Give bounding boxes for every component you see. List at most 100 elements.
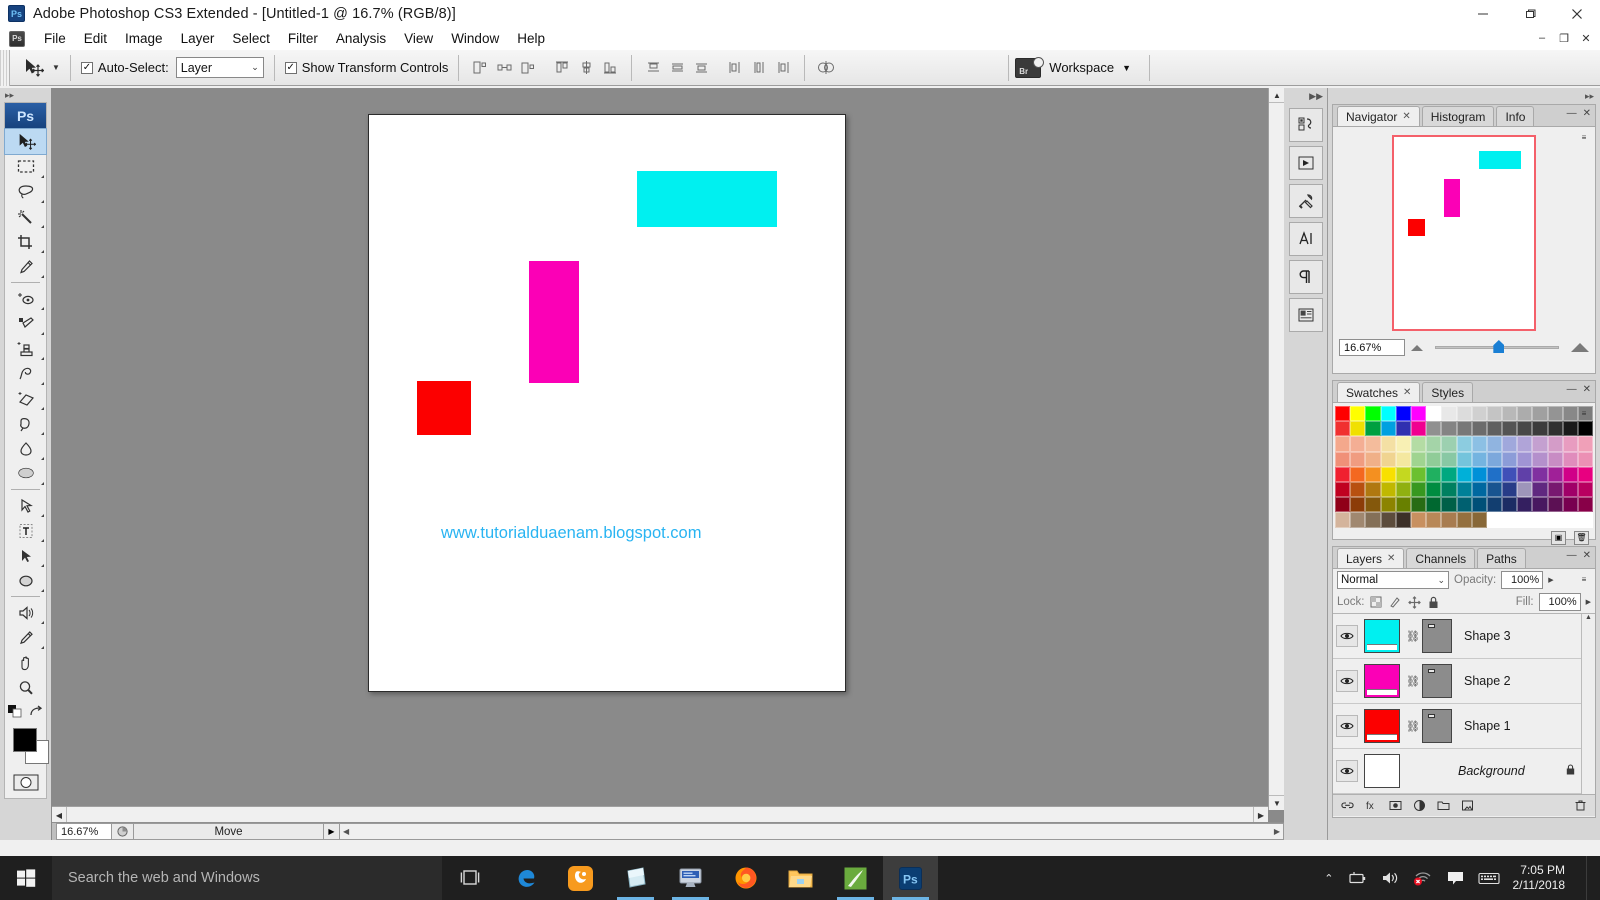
tab-navigator[interactable]: Navigator ✕ — [1337, 106, 1420, 126]
new-layer-icon[interactable] — [1461, 799, 1474, 812]
blur-tool[interactable] — [5, 436, 46, 461]
quick-mask-icon[interactable] — [5, 770, 46, 794]
color-swatch[interactable] — [1502, 466, 1518, 482]
taskbar-app-notepadpp[interactable] — [828, 856, 883, 900]
color-swatch[interactable] — [1456, 481, 1472, 498]
spot-healing-brush-tool[interactable] — [5, 286, 46, 311]
color-swatch[interactable] — [1410, 436, 1427, 452]
color-swatch[interactable] — [1562, 406, 1578, 422]
auto-select-checkbox[interactable]: ✓ Auto-Select: — [80, 60, 169, 75]
swap-colors-icon[interactable] — [28, 704, 44, 718]
color-swatch[interactable] — [1562, 436, 1578, 452]
color-swatch[interactable] — [1502, 497, 1518, 513]
menu-item-layer[interactable]: Layer — [172, 29, 224, 48]
color-swatch[interactable] — [1456, 421, 1472, 437]
distribute-top-edges-icon[interactable] — [642, 57, 664, 79]
delete-swatch-button[interactable]: 🗑 — [1574, 530, 1589, 545]
bridge-icon[interactable] — [1015, 56, 1045, 78]
layer-row[interactable]: ⛓ Shape 1 — [1333, 704, 1595, 749]
color-swatch[interactable] — [1441, 451, 1457, 467]
layer-row[interactable]: ⛓ Shape 3 — [1333, 614, 1595, 659]
layer-link-icon[interactable]: ⛓ — [1406, 675, 1420, 688]
color-swatch[interactable] — [1517, 497, 1533, 513]
distribute-right-edges-icon[interactable] — [772, 57, 794, 79]
color-swatch[interactable] — [1578, 421, 1594, 437]
panel-minimize-icon[interactable]: — — [1567, 108, 1577, 119]
color-swatch[interactable] — [1365, 406, 1381, 422]
menu-item-analysis[interactable]: Analysis — [327, 29, 395, 48]
layer-link-icon[interactable]: ⛓ — [1406, 720, 1420, 733]
auto-align-layers-icon[interactable] — [815, 57, 837, 79]
color-swatch[interactable] — [1532, 466, 1548, 482]
color-swatch[interactable] — [1471, 512, 1487, 528]
options-bar-grip[interactable] — [0, 49, 10, 86]
layers-scrollbar[interactable]: ▲ — [1581, 614, 1595, 794]
status-scroll-right-icon[interactable]: ▶ — [1274, 827, 1280, 836]
volume-icon[interactable] — [1380, 870, 1400, 886]
color-swatch[interactable] — [1380, 451, 1396, 467]
layer-mask-icon[interactable] — [1389, 799, 1402, 812]
taskbar-app-microsoft-edge[interactable] — [498, 856, 553, 900]
color-swatch[interactable] — [1395, 421, 1411, 437]
workspace-button[interactable]: Workspace ▼ — [1041, 60, 1139, 75]
color-swatch[interactable] — [1517, 406, 1533, 422]
tool-preset-caret-icon[interactable]: ▼ — [52, 63, 60, 72]
keyboard-icon[interactable] — [1477, 871, 1500, 886]
color-swatch[interactable] — [1517, 436, 1533, 452]
default-colors-icon[interactable] — [7, 704, 23, 718]
menu-item-view[interactable]: View — [395, 29, 442, 48]
eye-icon[interactable] — [1336, 715, 1358, 737]
color-swatch[interactable] — [1395, 497, 1411, 513]
color-swatch[interactable] — [1547, 481, 1563, 498]
distribute-bottom-edges-icon[interactable] — [690, 57, 712, 79]
action-center-icon[interactable] — [1446, 870, 1465, 886]
color-swatch[interactable] — [1471, 451, 1487, 467]
histogram-rail-icon[interactable] — [1288, 108, 1323, 142]
color-swatch[interactable] — [1517, 421, 1533, 437]
layer-style-icon[interactable]: fx — [1365, 799, 1378, 812]
color-swatch[interactable] — [1562, 451, 1578, 467]
lock-transparent-pixels-icon[interactable] — [1370, 596, 1382, 608]
color-swatch[interactable] — [1471, 406, 1487, 422]
color-swatch[interactable] — [1441, 436, 1457, 452]
distribute-vertical-centers-icon[interactable] — [666, 57, 688, 79]
magic-wand-tool[interactable] — [5, 204, 46, 229]
menu-item-window[interactable]: Window — [442, 29, 508, 48]
eyedropper-tool[interactable] — [5, 254, 46, 279]
swatch-grid[interactable] — [1335, 406, 1594, 528]
color-swatch[interactable] — [1532, 512, 1548, 528]
color-sampler-tool[interactable] — [5, 625, 46, 650]
color-swatch[interactable] — [1365, 512, 1381, 528]
layer-row[interactable]: ⛓ Shape 2 — [1333, 659, 1595, 704]
taskbar-app-file-explorer[interactable] — [773, 856, 828, 900]
taskbar-app-remote-desktop[interactable] — [663, 856, 718, 900]
color-swatch[interactable] — [1562, 421, 1578, 437]
color-swatch[interactable] — [1502, 481, 1518, 498]
color-swatch[interactable] — [1350, 451, 1366, 467]
color-swatch[interactable] — [1335, 406, 1351, 422]
color-swatch[interactable] — [1547, 466, 1563, 482]
new-group-icon[interactable] — [1437, 799, 1450, 812]
color-swatch[interactable] — [1486, 436, 1503, 452]
color-swatch[interactable] — [1486, 497, 1503, 513]
color-swatch[interactable] — [1517, 466, 1533, 482]
tab-channels[interactable]: Channels — [1406, 548, 1476, 568]
tab-info[interactable]: Info — [1496, 106, 1535, 126]
navigator-preview-area[interactable] — [1333, 127, 1595, 335]
color-swatch[interactable] — [1335, 481, 1351, 498]
document-restore-button[interactable]: ❐ — [1554, 29, 1574, 47]
new-swatch-button[interactable]: ▣ — [1551, 530, 1566, 545]
gradient-tool[interactable] — [5, 411, 46, 436]
color-swatch[interactable] — [1532, 497, 1548, 513]
move-tool-icon[interactable] — [16, 54, 50, 82]
align-bottom-edges-icon[interactable] — [599, 57, 621, 79]
color-swatch[interactable] — [1365, 466, 1381, 482]
color-swatch[interactable] — [1395, 481, 1411, 498]
auto-select-target-dropdown[interactable]: Layer ⌄ — [175, 57, 264, 78]
panel-minimize-icon[interactable]: — — [1567, 384, 1577, 395]
ellipse-shape-tool[interactable] — [5, 568, 46, 593]
color-swatch[interactable] — [1365, 451, 1381, 467]
color-swatch[interactable] — [1532, 421, 1548, 437]
color-swatch[interactable] — [1502, 421, 1518, 437]
panel-close-icon[interactable]: ✕ — [1583, 108, 1591, 119]
